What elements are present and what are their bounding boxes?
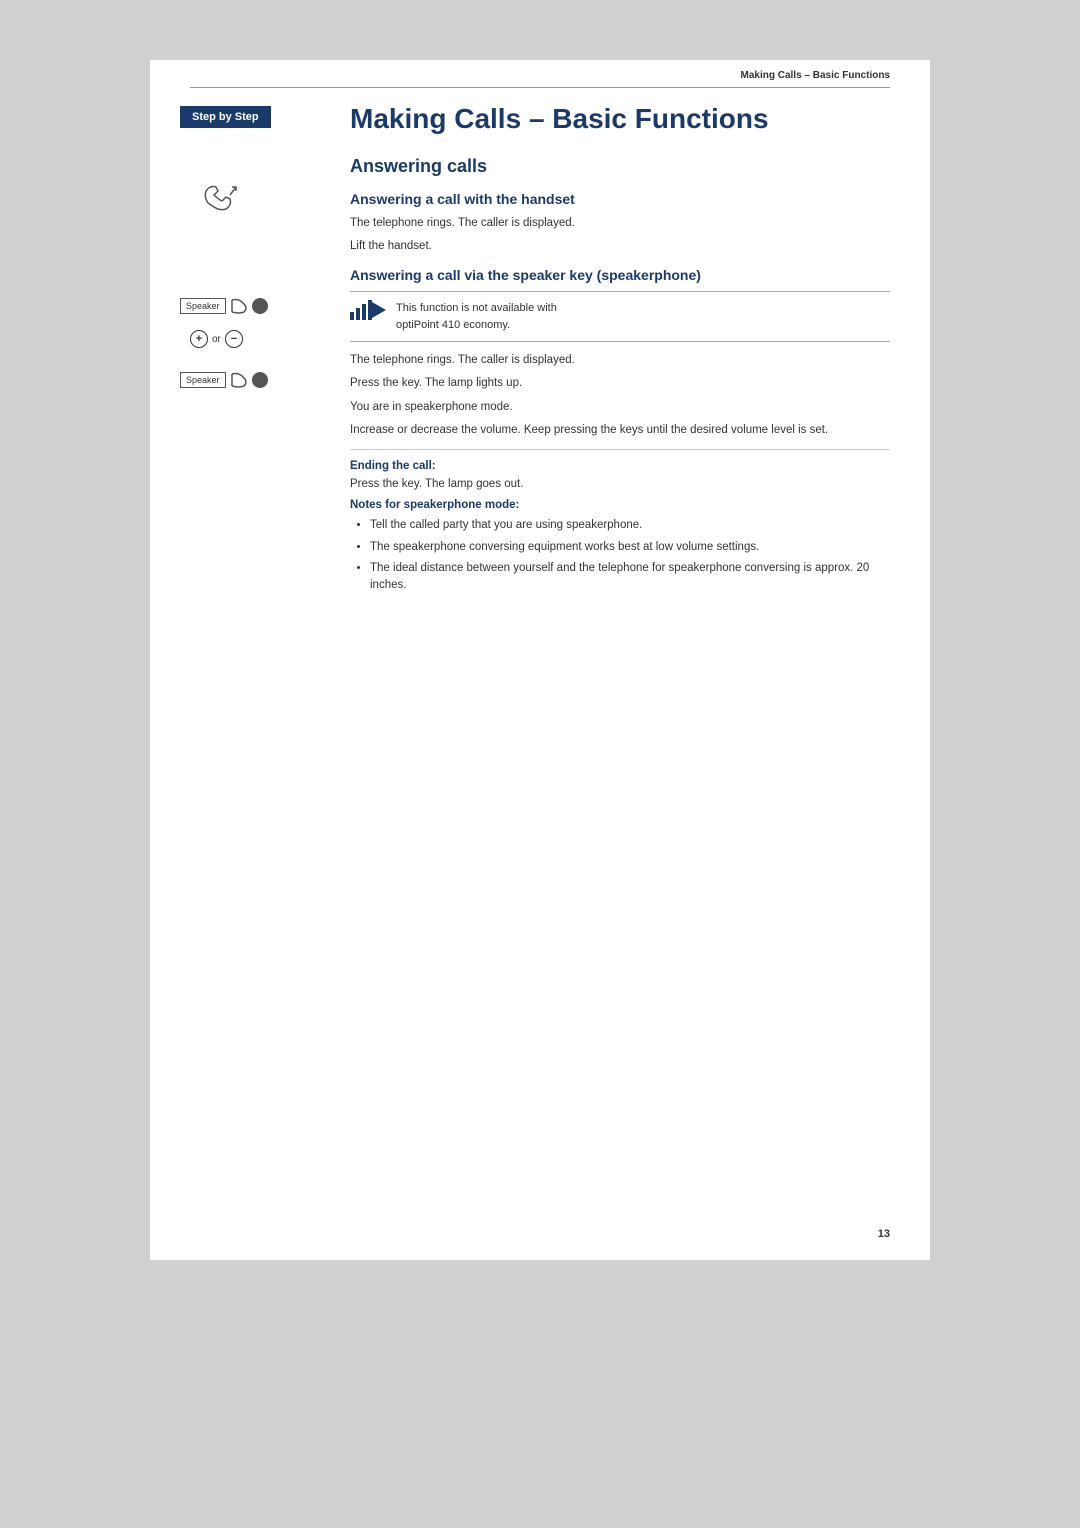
speaker-desc2: Press the key. The lamp lights up. bbox=[350, 375, 890, 392]
volume-row: + or − bbox=[180, 330, 330, 348]
handset-desc2: Lift the handset. bbox=[350, 238, 890, 255]
speaker-key-row1: Speaker bbox=[180, 296, 330, 316]
speaker-desc1: The telephone rings. The caller is displ… bbox=[350, 352, 890, 369]
section-answering-title: Answering calls bbox=[350, 156, 890, 177]
ending-rule bbox=[350, 449, 890, 450]
bar2 bbox=[356, 308, 360, 320]
bar1 bbox=[350, 312, 354, 320]
ending-desc: Press the key. The lamp goes out. bbox=[350, 476, 890, 493]
lamp-circle2 bbox=[252, 372, 268, 388]
sidebar-handset-area bbox=[180, 183, 330, 216]
step-by-step-badge: Step by Step bbox=[180, 106, 271, 128]
lamp-circle1 bbox=[252, 298, 268, 314]
note-icon-area bbox=[350, 300, 386, 320]
speaker-desc3: You are in speakerphone mode. bbox=[350, 399, 890, 416]
bullet-list: Tell the called party that you are using… bbox=[350, 517, 890, 594]
speaker-bracket-icon bbox=[230, 296, 248, 316]
page-main-title: Making Calls – Basic Functions bbox=[350, 102, 890, 136]
sidebar-speaker-area: Speaker + or − bbox=[180, 286, 330, 390]
subsection-speaker-title: Answering a call via the speaker key (sp… bbox=[350, 267, 890, 283]
main-content: Making Calls – Basic Functions Answering… bbox=[330, 88, 930, 604]
volume-desc: Increase or decrease the volume. Keep pr… bbox=[350, 422, 890, 439]
subsection-handset-title: Answering a call with the handset bbox=[350, 191, 890, 207]
speaker-lamp-icon1 bbox=[230, 296, 248, 316]
minus-icon: − bbox=[225, 330, 243, 348]
page: Making Calls – Basic Functions Step by S… bbox=[150, 60, 930, 1260]
sidebar: Step by Step Speaker bbox=[150, 88, 330, 604]
bullet-item-3: The ideal distance between yourself and … bbox=[370, 560, 890, 595]
or-label: or bbox=[212, 334, 221, 345]
bars-icon bbox=[350, 300, 372, 320]
plus-icon: + bbox=[190, 330, 208, 348]
arrow-right-icon bbox=[372, 302, 386, 318]
page-number: 13 bbox=[878, 1228, 890, 1240]
notes-label: Notes for speakerphone mode: bbox=[350, 499, 890, 511]
content-area: Step by Step Speaker bbox=[150, 88, 930, 664]
note-text2: optiPoint 410 economy. bbox=[396, 317, 557, 334]
sidebar-speaker2-wrapper: Speaker bbox=[180, 370, 330, 390]
bullet-item-2: The speakerphone conversing equipment wo… bbox=[370, 539, 890, 556]
header-title: Making Calls – Basic Functions bbox=[741, 70, 890, 81]
handset-body: The telephone rings. The caller is displ… bbox=[350, 215, 890, 256]
header-bar: Making Calls – Basic Functions bbox=[150, 60, 930, 87]
note-text1: This function is not available with bbox=[396, 300, 557, 317]
note-box: This function is not available with opti… bbox=[350, 291, 890, 342]
speaker-bracket-svg2 bbox=[230, 370, 248, 390]
note-text-area: This function is not available with opti… bbox=[396, 300, 557, 333]
bullet-item-1: Tell the called party that you are using… bbox=[370, 517, 890, 534]
bar3 bbox=[362, 304, 366, 320]
handset-desc1: The telephone rings. The caller is displ… bbox=[350, 215, 890, 232]
ending-label: Ending the call: bbox=[350, 460, 890, 472]
speaker-button-label1[interactable]: Speaker bbox=[180, 298, 226, 314]
handset-icon bbox=[200, 183, 238, 211]
speaker-button-label2[interactable]: Speaker bbox=[180, 372, 226, 388]
speaker-bracket-icon2 bbox=[230, 370, 248, 390]
